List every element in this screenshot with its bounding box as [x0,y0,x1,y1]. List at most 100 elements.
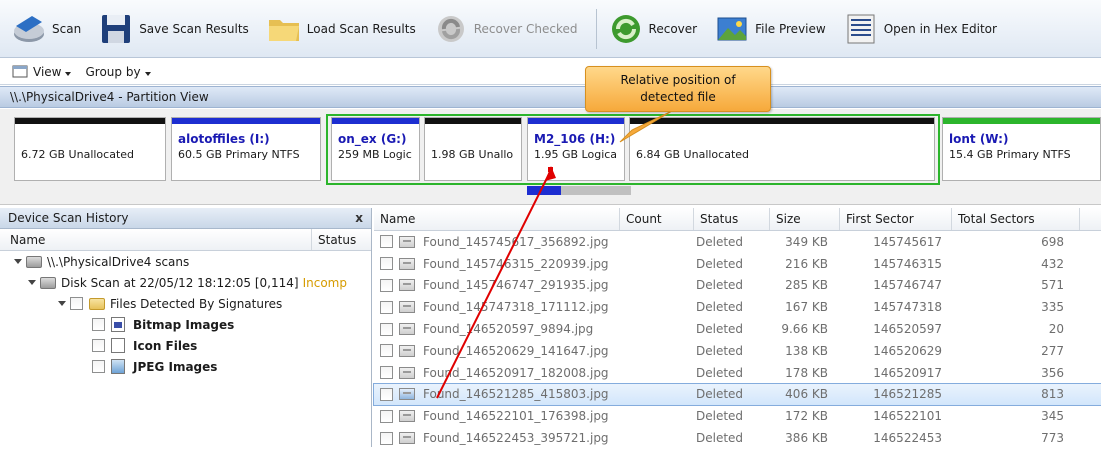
recover-checked-button[interactable]: Recover Checked [434,7,578,51]
partition-bar [15,118,165,124]
checkbox[interactable] [380,235,393,249]
group-by-dropdown[interactable]: Group by [85,65,151,79]
close-icon[interactable]: x [355,211,363,225]
checkbox[interactable] [92,318,105,331]
partition-unallocated-2[interactable]: 1.98 GB Unallo [424,117,522,181]
file-status: Deleted [696,300,744,315]
file-name: Found_146520597_9894.jpg [423,322,594,337]
file-size: 285 KB [785,278,828,293]
view-label: View [33,64,62,79]
file-size: 216 KB [785,256,828,271]
column-header-size[interactable]: Size [770,208,840,230]
table-row[interactable]: Found_146520629_141647.jpg Deleted 138 K… [374,340,1101,362]
column-header-status[interactable]: Status [694,208,770,230]
table-row[interactable]: Found_146522453_395721.jpg Deleted 386 K… [374,427,1101,449]
panel-title: Device Scan History [8,211,129,225]
table-row[interactable]: Found_146520917_182008.jpg Deleted 178 K… [374,362,1101,384]
tree-node-label: JPEG Images [133,359,218,374]
tree-node-signatures[interactable]: Files Detected By Signatures [0,293,371,314]
partition-alotoffiles[interactable]: alotoffiles (I:) 60.5 GB Primary NTFS [171,117,321,181]
partition-info: 15.4 GB Primary NTFS [949,148,1071,161]
checkbox[interactable] [380,344,393,358]
column-header-first-sector[interactable]: First Sector [840,208,952,230]
jpeg-file-icon [111,359,125,374]
checkbox[interactable] [380,431,393,445]
table-row-selected[interactable]: Found_146521285_415803.jpg Deleted 406 K… [373,382,1101,407]
file-size: 138 KB [785,343,828,358]
view-dropdown[interactable]: View [12,64,72,79]
scan-button[interactable]: Scan [12,7,81,51]
image-file-icon [399,410,415,423]
toolbar-separator [595,8,597,49]
partition-m2-106[interactable]: M2_106 (H:) 1.95 GB Logica [527,117,625,181]
checkbox[interactable] [380,387,393,401]
checkbox[interactable] [380,257,393,271]
total-sectors: 813 [1041,387,1064,402]
recover-checked-label: Recover Checked [473,21,578,36]
checkbox[interactable] [70,297,83,310]
file-name: Found_145746747_291935.jpg [423,278,609,293]
column-header-status[interactable]: Status [312,229,356,250]
scan-status: Incomp [302,275,347,290]
tree-node-label: Disk Scan at 22/05/12 18:12:05 [0,114] [61,275,299,290]
open-in-hex-editor-button[interactable]: Open in Hex Editor [844,7,997,51]
total-sectors: 277 [1041,343,1064,358]
partition-bar [943,118,1100,124]
checkbox[interactable] [380,278,393,292]
partition-unallocated-3[interactable]: 6.84 GB Unallocated [629,117,935,181]
table-row[interactable]: Found_146522101_176398.jpg Deleted 172 K… [374,405,1101,427]
tree-node-drive-scans[interactable]: \\.\PhysicalDrive4 scans [0,251,371,272]
file-status: Deleted [696,343,744,358]
partition-unallocated-1[interactable]: 6.72 GB Unallocated [14,117,166,181]
file-size: 178 KB [785,365,828,380]
tree-node-jpeg-images[interactable]: JPEG Images [0,356,371,377]
image-file-icon [399,301,415,314]
column-header-name[interactable]: Name [374,208,620,230]
total-sectors: 356 [1041,365,1064,380]
image-file-icon [399,344,415,357]
file-size: 386 KB [785,431,828,446]
partition-map: 6.72 GB Unallocated alotoffiles (I:) 60.… [0,109,1101,205]
checkbox[interactable] [380,409,393,423]
expand-icon[interactable] [58,301,66,306]
file-size: 349 KB [785,234,828,249]
scan-icon [12,12,46,46]
tree-node-bitmap-images[interactable]: Bitmap Images [0,314,371,335]
checkbox[interactable] [92,339,105,352]
partition-on-ex[interactable]: on_ex (G:) 259 MB Logic [331,117,420,181]
first-sector: 145746747 [873,278,942,293]
callout-line-1: Relative position of [620,73,736,87]
image-file-icon [399,432,415,445]
bitmap-file-icon [111,317,125,332]
file-preview-button[interactable]: File Preview [715,7,826,51]
table-row[interactable]: Found_145745617_356892.jpg Deleted 349 K… [374,231,1101,253]
checkbox[interactable] [380,322,393,336]
open-in-hex-editor-label: Open in Hex Editor [883,21,997,36]
partition-info: 1.98 GB Unallo [431,148,514,161]
column-header-count[interactable]: Count [620,208,694,230]
main-toolbar: Scan Save Scan Results Load Scan Results… [0,0,1101,58]
expand-icon[interactable] [14,259,22,264]
expand-icon[interactable] [28,280,36,285]
checkbox[interactable] [380,366,393,380]
tree-node-icon-files[interactable]: Icon Files [0,335,371,356]
total-sectors: 20 [1048,322,1064,337]
column-header-name[interactable]: Name [0,229,312,250]
partition-name: on_ex (G:) [338,132,407,146]
table-row[interactable]: Found_145747318_171112.jpg Deleted 167 K… [374,296,1101,318]
table-row[interactable]: Found_145746315_220939.jpg Deleted 216 K… [374,253,1101,275]
partition-lont[interactable]: lont (W:) 15.4 GB Primary NTFS [942,117,1101,181]
load-scan-results-button[interactable]: Load Scan Results [267,7,416,51]
image-file-icon [399,366,415,379]
tree-node-disk-scan[interactable]: Disk Scan at 22/05/12 18:12:05 [0,114] I… [0,272,371,293]
file-name: Found_146521285_415803.jpg [423,387,609,402]
checkbox[interactable] [380,300,393,314]
recover-button[interactable]: Recover [609,7,697,51]
save-scan-results-button[interactable]: Save Scan Results [99,7,249,51]
file-name: Found_146522453_395721.jpg [423,431,609,446]
table-row[interactable]: Found_145746747_291935.jpg Deleted 285 K… [374,275,1101,297]
checkbox[interactable] [92,360,105,373]
column-header-total-sectors[interactable]: Total Sectors [952,208,1080,230]
chevron-down-icon [144,71,151,76]
table-row[interactable]: Found_146520597_9894.jpg Deleted 9.66 KB… [374,318,1101,340]
